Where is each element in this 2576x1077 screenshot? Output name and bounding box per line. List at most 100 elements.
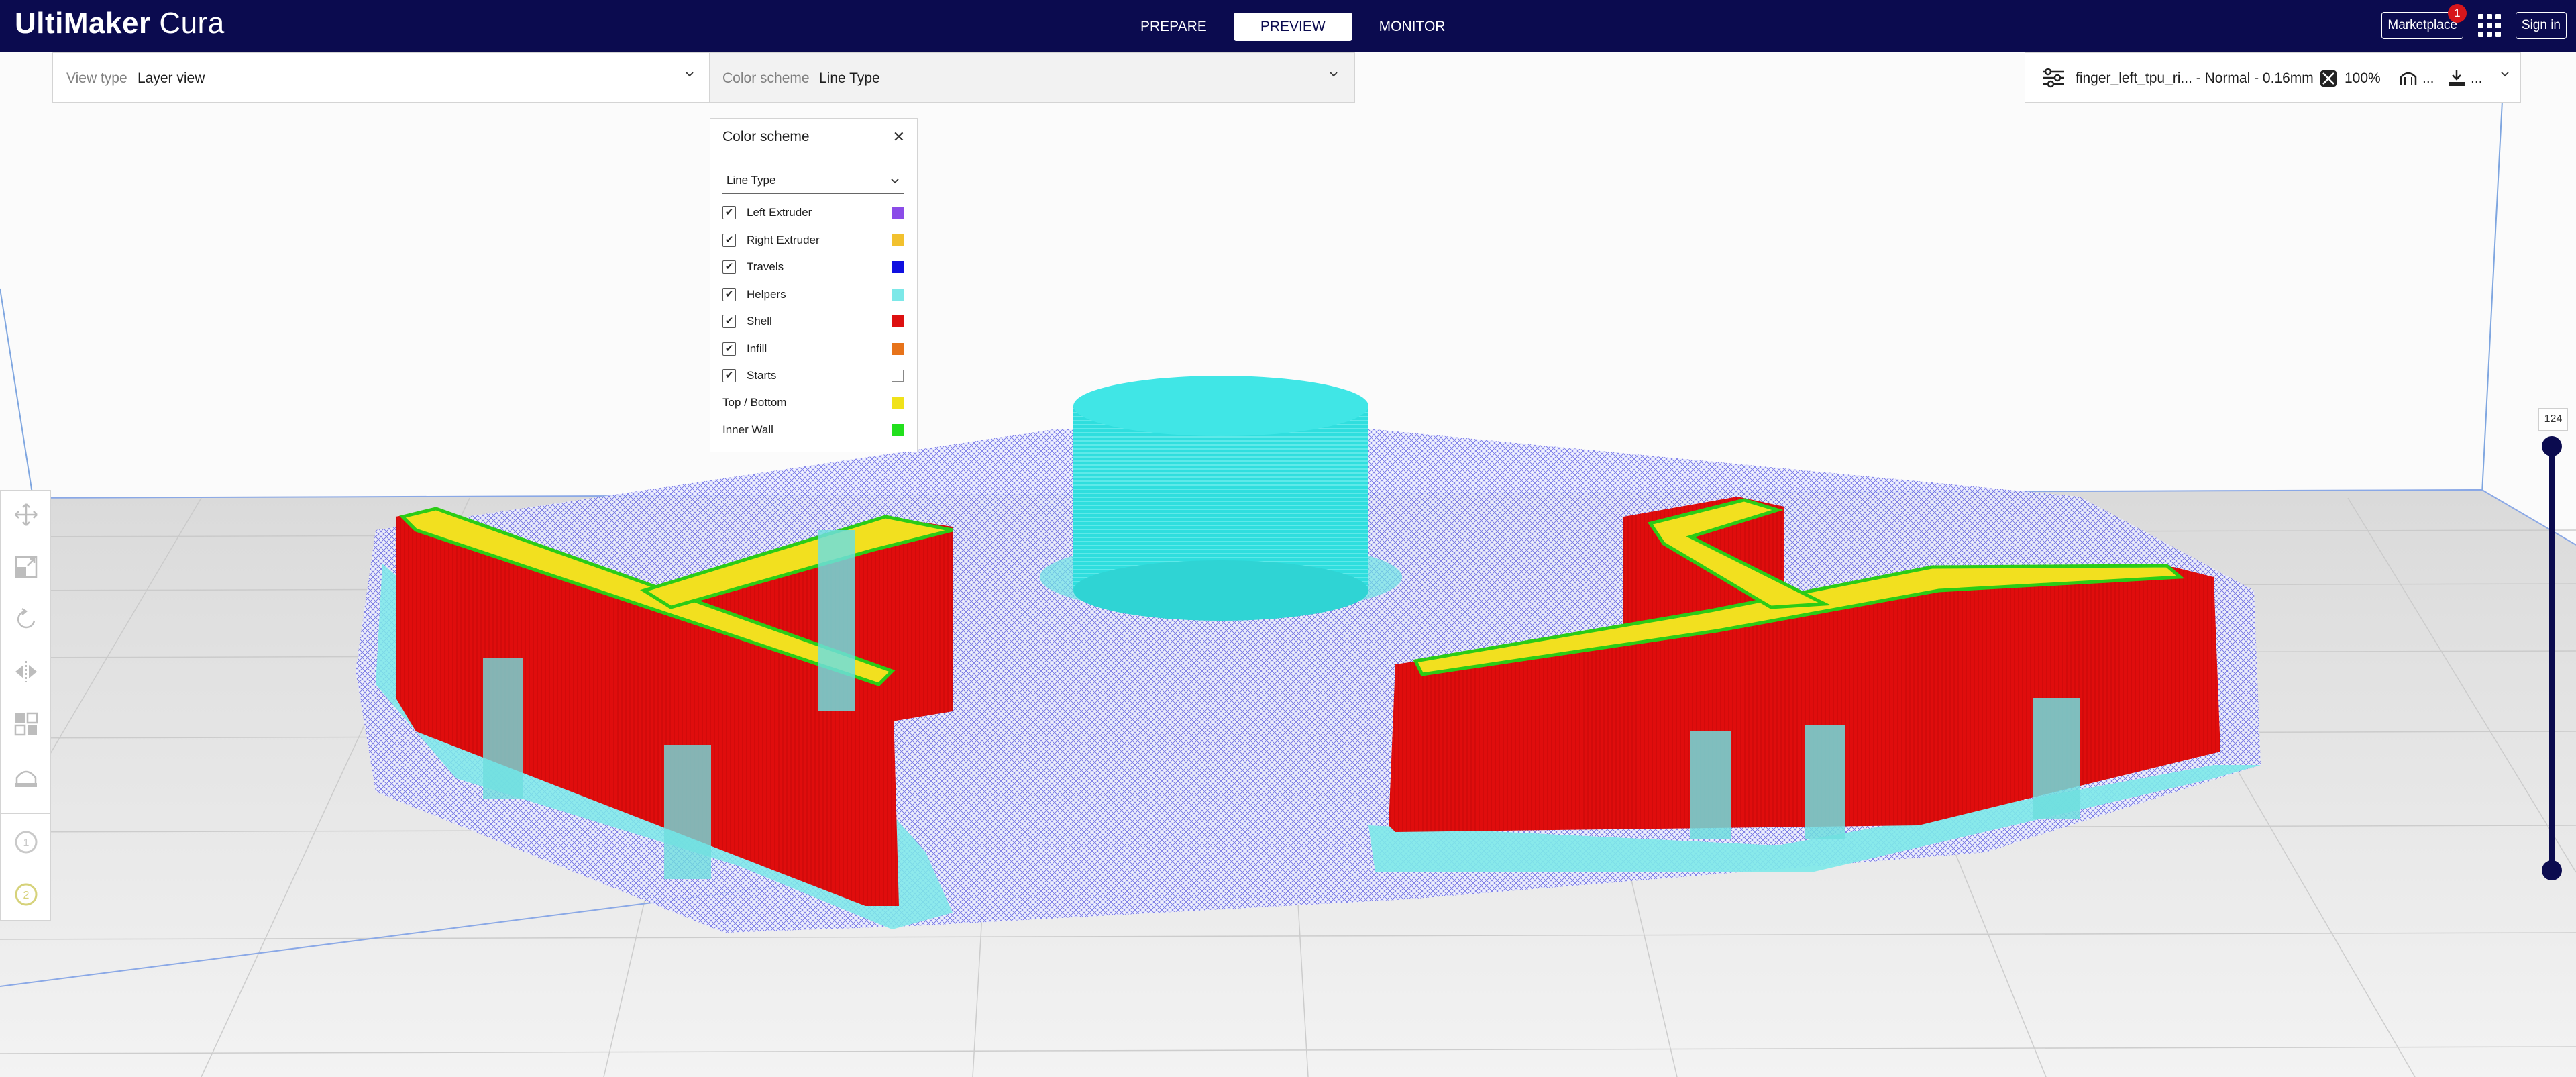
chevron-down-icon: [2501, 72, 2509, 77]
support-pillar: [2033, 698, 2080, 819]
legend-label: Helpers: [747, 288, 786, 301]
color-swatch: [892, 234, 904, 246]
support-pillar: [483, 658, 523, 799]
chevron-down-icon: [686, 72, 694, 77]
legend-item-infill[interactable]: ✔ Infill: [722, 340, 904, 360]
stage-tabs: PREPARE PREVIEW MONITOR: [1114, 13, 1472, 41]
scale-icon: [15, 556, 38, 578]
checkbox[interactable]: ✔: [722, 234, 736, 247]
legend-item-shell[interactable]: ✔ Shell: [722, 312, 904, 332]
color-swatch: [892, 207, 904, 219]
sign-in-button[interactable]: Sign in: [2515, 12, 2567, 39]
support-cylinder-top: [1073, 376, 1368, 436]
support-blocker-tool[interactable]: [13, 763, 40, 790]
apps-grid-icon[interactable]: [2477, 14, 2501, 37]
checkbox[interactable]: ✔: [722, 369, 736, 382]
legend-item-helpers[interactable]: ✔ Helpers: [722, 285, 904, 305]
print-profile-label: finger_left_tpu_ri... - Normal - 0.16mm: [2076, 70, 2314, 86]
infill-value: 100%: [2345, 70, 2381, 86]
support-pillar: [1690, 731, 1731, 839]
support-cylinder-bottom: [1073, 560, 1368, 621]
color-scheme-label: Color scheme: [722, 70, 810, 86]
color-swatch: [892, 315, 904, 327]
extruder-1-icon: 1: [15, 831, 38, 854]
color-swatch: [892, 397, 904, 409]
layer-slider-top-handle[interactable]: [2542, 436, 2562, 456]
color-swatch: [892, 424, 904, 436]
view-type-label: View type: [66, 70, 127, 86]
adhesion-icon: [2449, 70, 2465, 86]
per-model-settings-tool[interactable]: [13, 711, 40, 737]
legend-item-right-extruder[interactable]: ✔ Right Extruder: [722, 231, 904, 251]
legend-label: Travels: [747, 260, 784, 273]
support-value: ...: [2422, 70, 2434, 86]
layer-number-input[interactable]: 124: [2538, 408, 2568, 431]
checkbox[interactable]: ✔: [722, 206, 736, 219]
legend-label: Right Extruder: [747, 234, 820, 246]
legend-label: Infill: [747, 342, 767, 355]
tab-preview[interactable]: PREVIEW: [1233, 13, 1352, 41]
legend-label: Inner Wall: [722, 423, 773, 436]
close-icon[interactable]: ✕: [893, 128, 905, 146]
build-volume-edge: [0, 288, 33, 494]
rotate-icon: [17, 607, 36, 629]
checkbox[interactable]: ✔: [722, 288, 736, 301]
support-pillar: [1805, 725, 1845, 839]
chevron-down-icon: [891, 178, 899, 184]
legend-item-left-extruder[interactable]: ✔ Left Extruder: [722, 203, 904, 223]
marketplace-label: Marketplace: [2387, 18, 2457, 32]
move-tool[interactable]: [13, 501, 40, 528]
legend-item-inner-wall: Inner Wall: [722, 421, 904, 441]
layer-slider-track[interactable]: [2549, 446, 2555, 869]
color-scheme-selector[interactable]: Color scheme Line Type: [710, 52, 1355, 103]
app-logo: UltiMaker Cura: [15, 7, 225, 40]
color-scheme-value: Line Type: [819, 70, 880, 86]
color-swatch: [892, 370, 904, 382]
color-swatch: [892, 289, 904, 301]
mirror-tool[interactable]: [13, 658, 40, 685]
color-scheme-dropdown[interactable]: Line Type: [722, 170, 904, 194]
support-pillar: [818, 530, 855, 711]
legend-label: Starts: [747, 369, 777, 382]
support-blocker-icon: [15, 770, 37, 787]
legend-item-starts[interactable]: ✔ Starts: [722, 366, 904, 387]
legend-item-travels[interactable]: ✔ Travels: [722, 258, 904, 278]
per-model-settings-icon: [14, 712, 38, 736]
legend-label: Top / Bottom: [722, 396, 787, 409]
tab-monitor[interactable]: MONITOR: [1352, 13, 1472, 41]
chevron-down-icon: [1330, 72, 1338, 77]
extruder-2-icon: 2: [15, 883, 38, 906]
layer-slider-bottom-handle[interactable]: [2542, 860, 2562, 880]
infill-icon: [2320, 70, 2337, 87]
tab-prepare[interactable]: PREPARE: [1114, 13, 1234, 41]
support-pillar: [664, 745, 711, 879]
left-toolbar: 1 2: [0, 490, 51, 921]
panel-title: Color scheme: [722, 129, 810, 144]
support-icon: [2400, 72, 2417, 85]
scale-tool[interactable]: [13, 554, 40, 580]
checkbox[interactable]: ✔: [722, 315, 736, 328]
adhesion-value: ...: [2471, 70, 2483, 86]
svg-text:2: 2: [23, 890, 30, 901]
legend-label: Left Extruder: [747, 206, 812, 219]
notification-badge: 1: [2447, 4, 2467, 23]
checkbox[interactable]: ✔: [722, 260, 736, 274]
mirror-icon: [15, 661, 37, 682]
view-type-selector[interactable]: View type Layer view: [52, 52, 710, 103]
build-plate-viewport[interactable]: [0, 52, 2576, 1077]
extruder-2-button[interactable]: 2: [13, 881, 40, 908]
svg-text:1: 1: [23, 837, 30, 849]
checkbox[interactable]: ✔: [722, 342, 736, 356]
marketplace-button[interactable]: Marketplace 1: [2381, 4, 2467, 39]
legend-item-top-bottom: Top / Bottom: [722, 393, 904, 413]
extruder-1-button[interactable]: 1: [13, 829, 40, 856]
build-volume-edge: [2481, 52, 2506, 494]
move-icon: [15, 503, 38, 526]
toolbar-divider: [1, 813, 50, 814]
settings-sliders-icon: [2043, 68, 2064, 88]
rotate-tool[interactable]: [13, 606, 40, 633]
legend-label: Shell: [747, 315, 772, 327]
print-setup-selector[interactable]: finger_left_tpu_ri... - Normal - 0.16mm …: [2025, 52, 2521, 103]
layer-view-scene: [0, 52, 2576, 1077]
color-scheme-dropdown-value: Line Type: [727, 174, 776, 187]
